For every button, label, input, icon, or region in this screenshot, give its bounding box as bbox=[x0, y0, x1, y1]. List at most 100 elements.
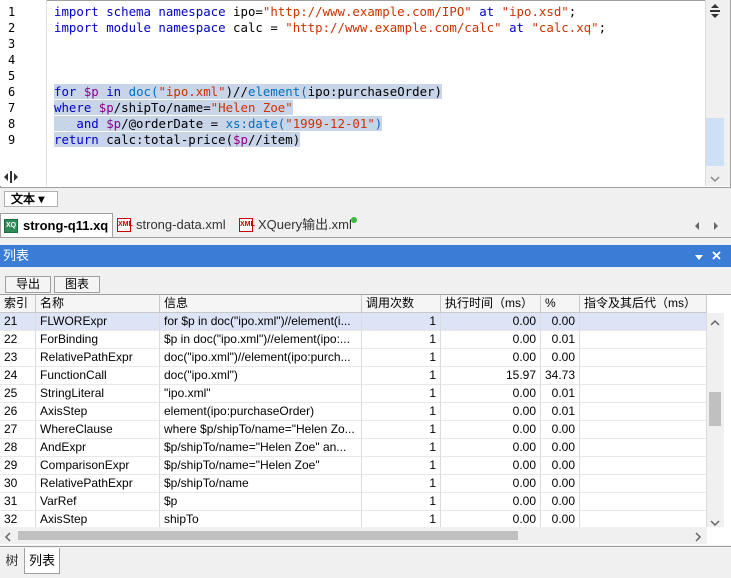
tab-tree[interactable]: 树 bbox=[0, 548, 24, 574]
cell-name: RelativePathExpr bbox=[36, 475, 160, 493]
cell-info: doc("ipo.xml")//element(ipo:purch... bbox=[160, 349, 362, 367]
cell-info: "ipo.xml" bbox=[160, 385, 362, 403]
code-line-9: return calc:total-price($p//item) bbox=[54, 132, 301, 148]
code-line-8: and $p/@orderDate = xs:date("1999-12-01"… bbox=[54, 116, 383, 132]
table-row[interactable]: 31 VarRef $p 1 0.00 0.00 bbox=[0, 493, 707, 511]
code-token: xs:date( bbox=[225, 116, 286, 131]
table-row[interactable]: 23 RelativePathExpr doc("ipo.xml")//elemen… bbox=[0, 349, 707, 367]
tab-list[interactable]: 列表 bbox=[24, 548, 60, 574]
tab-xquery-output[interactable]: XML XQuery输出.xml bbox=[236, 213, 362, 237]
cell-percent: 34.73 bbox=[541, 367, 580, 385]
table-row[interactable]: 29 ComparisonExpr $p/shipTo/name="Helen Zo… bbox=[0, 457, 707, 475]
close-icon[interactable] bbox=[711, 250, 722, 261]
code-token: "1999-12-01" bbox=[285, 116, 375, 131]
tab-strong-data[interactable]: XML strong-data.xml bbox=[114, 213, 234, 237]
chart-button[interactable]: 图表 bbox=[54, 276, 100, 293]
table-row[interactable]: 27 WhereClause where $p/shipTo/name="Helen… bbox=[0, 421, 707, 439]
table-scroll-thumb[interactable] bbox=[709, 392, 721, 426]
cell-exec-time: 0.00 bbox=[441, 313, 541, 331]
table-h-scroll-thumb[interactable] bbox=[18, 531, 518, 540]
cell-calls: 1 bbox=[362, 421, 441, 439]
export-button[interactable]: 导出 bbox=[5, 276, 51, 293]
code-line-7: where $p/shipTo/name="Helen Zoe" bbox=[54, 100, 293, 116]
table-row[interactable]: 24 FunctionCall doc("ipo.xml") 1 15.97 34.73 bbox=[0, 367, 707, 385]
cell-index: 22 bbox=[0, 331, 36, 349]
editor-scroll-thumb[interactable] bbox=[706, 118, 724, 166]
column-header-exec-time[interactable]: 执行时间（ms） bbox=[441, 295, 541, 313]
column-header-descendants[interactable]: 指令及其后代（ms） bbox=[580, 295, 707, 313]
tab-strong-q11[interactable]: XQ strong-q11.xq bbox=[0, 213, 113, 237]
cell-exec-time: 0.00 bbox=[441, 331, 541, 349]
code-token: "ipo.xsd" bbox=[501, 4, 569, 19]
tab-label: strong-data.xml bbox=[136, 217, 226, 232]
split-icon[interactable] bbox=[708, 3, 722, 19]
code-token: $p bbox=[106, 116, 122, 131]
scroll-left-icon[interactable] bbox=[4, 531, 12, 542]
cell-name: RelativePathExpr bbox=[36, 349, 160, 367]
code-token: "Helen Zoe" bbox=[210, 100, 293, 115]
line-number: 4 bbox=[8, 53, 16, 67]
cell-info: $p/shipTo/name="Helen Zoe" bbox=[160, 457, 362, 475]
code-token: ; bbox=[568, 4, 577, 19]
scroll-down-icon[interactable] bbox=[710, 516, 720, 527]
code-token: where bbox=[54, 100, 99, 115]
cell-calls: 1 bbox=[362, 439, 441, 457]
cell-percent: 0.00 bbox=[541, 457, 580, 475]
editor-footer bbox=[0, 188, 731, 212]
cell-name: VarRef bbox=[36, 493, 160, 511]
scroll-up-icon[interactable] bbox=[710, 316, 720, 326]
table-row[interactable]: 21 FLWORExpr for $p in doc("ipo.xml")//ele… bbox=[0, 313, 707, 331]
column-header-info[interactable]: 信息 bbox=[160, 295, 362, 313]
cell-name: WhereClause bbox=[36, 421, 160, 439]
code-token: calc = bbox=[233, 20, 286, 35]
cell-index: 25 bbox=[0, 385, 36, 403]
cell-info: for $p in doc("ipo.xml")//element(i... bbox=[160, 313, 362, 331]
cell-calls: 1 bbox=[362, 475, 441, 493]
column-header-calls[interactable]: 调用次数 bbox=[362, 295, 441, 313]
code-token: return bbox=[54, 132, 107, 147]
tab-label: strong-q11.xq bbox=[23, 218, 109, 233]
tab-scroll-right-icon[interactable] bbox=[711, 220, 721, 230]
cell-exec-time: 15.97 bbox=[441, 367, 541, 385]
xquery-file-icon: XQ bbox=[4, 219, 18, 233]
code-line-2: import module namespace calc = "http://w… bbox=[54, 20, 606, 36]
code-token: calc:total-price( bbox=[106, 132, 234, 147]
cell-exec-time: 0.00 bbox=[441, 403, 541, 421]
tab-scroll-left-icon[interactable] bbox=[692, 220, 702, 230]
code-token: /shipTo/name= bbox=[113, 100, 211, 115]
cell-info: doc("ipo.xml") bbox=[160, 367, 362, 385]
scroll-right-icon[interactable] bbox=[694, 531, 702, 542]
table-row[interactable]: 22 ForBinding $p in doc("ipo.xml")//elemen… bbox=[0, 331, 707, 349]
code-token: ) bbox=[434, 84, 442, 99]
table-row[interactable]: 28 AndExpr $p/shipTo/name="Helen Zoe" an..… bbox=[0, 439, 707, 457]
code-token: "http://www.example.com/calc" bbox=[285, 20, 502, 35]
cell-descendants bbox=[580, 367, 707, 385]
code-token: /@orderDate = bbox=[121, 116, 226, 131]
code-token: $p bbox=[83, 84, 99, 99]
scroll-down-icon[interactable] bbox=[710, 173, 720, 183]
column-header-name[interactable]: 名称 bbox=[36, 295, 160, 313]
code-token: ) bbox=[374, 116, 383, 131]
cell-descendants bbox=[580, 457, 707, 475]
cell-descendants bbox=[580, 493, 707, 511]
code-token: at bbox=[501, 20, 532, 35]
cell-index: 21 bbox=[0, 313, 36, 331]
split-horizontal-icon[interactable] bbox=[3, 169, 19, 185]
column-header-percent[interactable]: % bbox=[541, 295, 580, 313]
table-row[interactable]: 30 RelativePathExpr $p/shipTo/name 1 0.00 0.0… bbox=[0, 475, 707, 493]
cell-percent: 0.01 bbox=[541, 385, 580, 403]
column-header-index[interactable]: 索引 bbox=[0, 295, 36, 313]
bottom-tab-bar bbox=[0, 546, 731, 578]
cell-info: $p bbox=[160, 493, 362, 511]
panel-title: 列表 bbox=[3, 248, 30, 263]
cell-percent: 0.00 bbox=[541, 439, 580, 457]
table-row[interactable]: 25 StringLiteral "ipo.xml" 1 0.00 0.01 bbox=[0, 385, 707, 403]
cell-info: $p/shipTo/name="Helen Zoe" an... bbox=[160, 439, 362, 457]
cell-index: 28 bbox=[0, 439, 36, 457]
line-number: 9 bbox=[8, 133, 16, 147]
table-row[interactable]: 26 AxisStep element(ipo:purchaseOrder) 1 0.0… bbox=[0, 403, 707, 421]
code-token: ipo= bbox=[233, 4, 263, 19]
panel-menu-icon[interactable] bbox=[694, 251, 704, 261]
text-view-dropdown[interactable]: 文本 ▾ bbox=[4, 191, 58, 207]
code-token: import module namespace bbox=[54, 20, 234, 35]
